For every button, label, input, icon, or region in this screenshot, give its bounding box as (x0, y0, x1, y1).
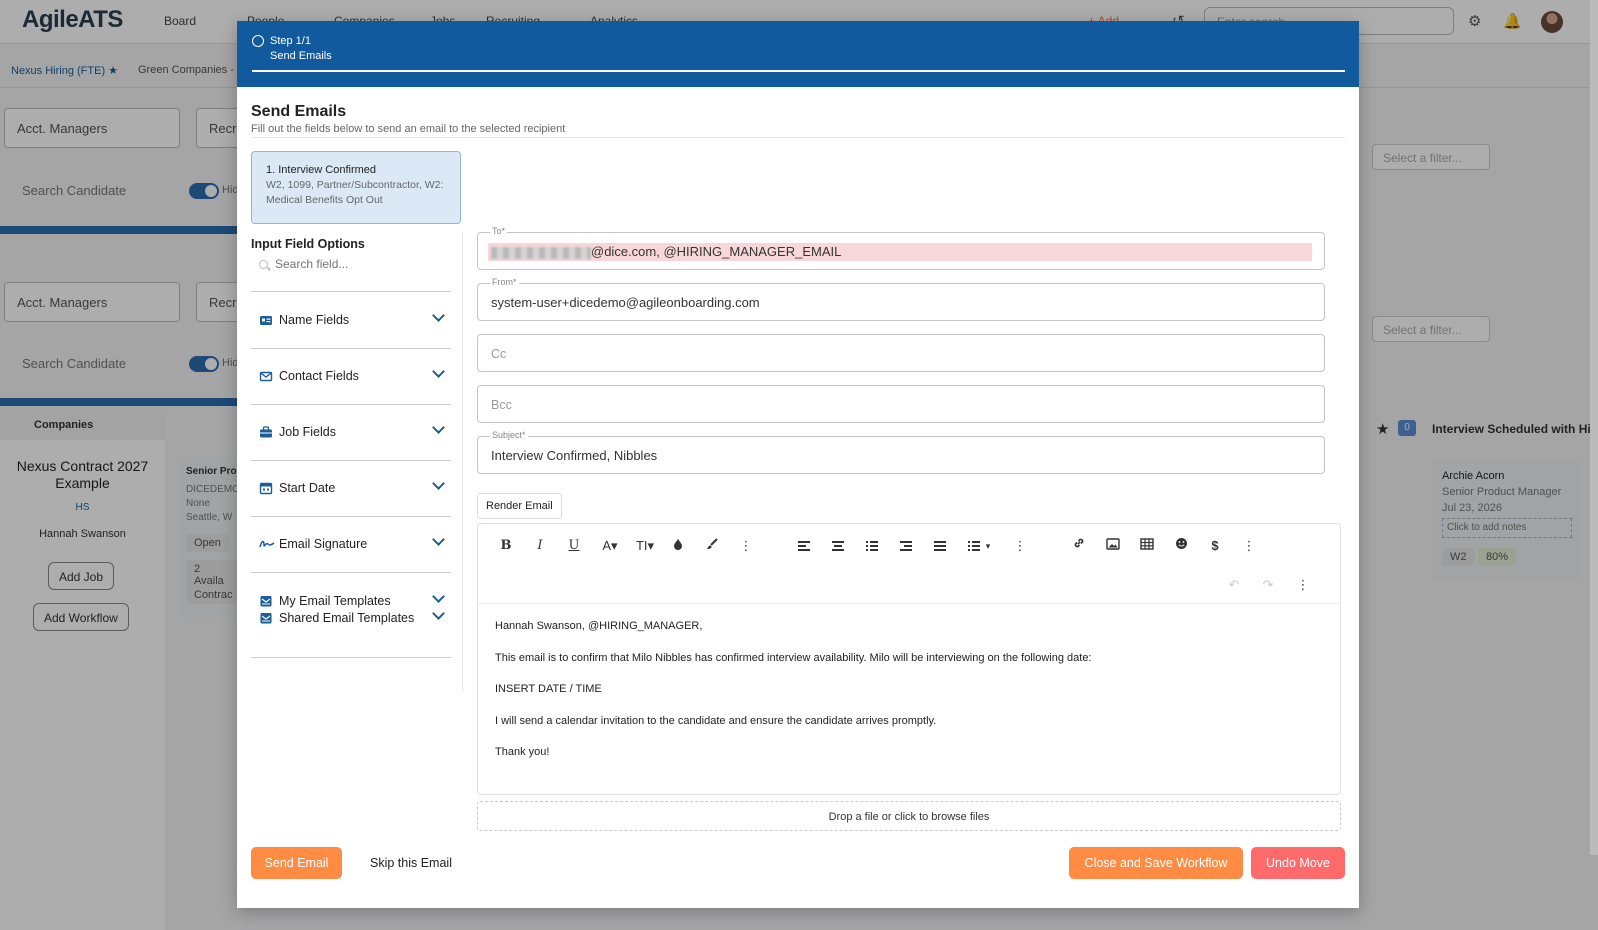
envelope-icon (259, 369, 273, 383)
step-number: Step 1/1 (270, 35, 311, 47)
send-email-button[interactable]: Send Email (251, 847, 342, 879)
modal-header: Step 1/1 Send Emails (237, 21, 1359, 87)
font-size-icon[interactable]: TI▾ (630, 536, 660, 556)
field-search-input[interactable] (275, 253, 445, 275)
subject-field[interactable]: Subject* Interview Confirmed, Nibbles (477, 430, 1325, 474)
page-scrollbar[interactable] (1590, 0, 1598, 855)
chevron-down-icon[interactable] (433, 367, 443, 377)
accordion-label: Shared Email Templates (279, 611, 415, 625)
step-circle-icon (252, 35, 264, 47)
briefcase-icon (259, 425, 273, 439)
chevron-down-icon[interactable] (433, 592, 443, 602)
to-value-text: @dice.com, @HIRING_MANAGER_EMAIL (591, 244, 842, 259)
redacted-email (491, 246, 591, 259)
email-body-line: Hannah Swanson, @HIRING_MANAGER, (495, 620, 703, 632)
email-body[interactable]: Hannah Swanson, @HIRING_MANAGER, This em… (495, 619, 1325, 777)
chevron-down-icon[interactable] (433, 311, 443, 321)
more-vertical-icon[interactable]: ⋮ (1291, 575, 1315, 595)
brush-icon[interactable] (700, 536, 724, 556)
bcc-field[interactable]: Bcc (477, 385, 1325, 423)
email-body-line: INSERT DATE / TIME (495, 683, 602, 695)
modal-title: Send Emails (251, 103, 347, 120)
font-color-icon[interactable]: A▾ (596, 536, 624, 556)
accordion-label: Start Date (279, 481, 336, 495)
accordion-shared-email-templates[interactable]: Shared Email Templates (251, 604, 451, 658)
align-center-icon[interactable] (826, 536, 850, 556)
accordion-label: Name Fields (279, 313, 350, 327)
signature-icon (259, 537, 275, 551)
to-label: To* (490, 226, 508, 236)
calendar-icon (259, 481, 273, 495)
cc-field[interactable]: Cc (477, 334, 1325, 372)
ordered-list-icon[interactable] (860, 536, 884, 556)
subject-value[interactable]: Interview Confirmed, Nibbles (491, 448, 657, 463)
workflow-step-subtitle: W2, 1099, Partner/Subcontractor, W2: Med… (266, 179, 444, 206)
from-label: From* (490, 277, 519, 287)
fill-color-icon[interactable] (666, 536, 690, 556)
bold-icon[interactable]: B (494, 536, 518, 556)
search-icon (259, 260, 268, 269)
from-value[interactable]: system-user+dicedemo@agileonboarding.com (491, 295, 760, 310)
chevron-down-icon[interactable] (433, 535, 443, 545)
field-search (251, 251, 451, 277)
accordion-label: Contact Fields (279, 369, 359, 383)
email-editor[interactable]: B I U A▾ TI▾ ⋮ ▾ ⋮ $ ⋮ ↶ ↷ ⋮ Hannah Swan… (477, 523, 1341, 795)
accordion-label: Job Fields (279, 425, 336, 439)
panel-separator (462, 231, 463, 691)
chevron-down-icon[interactable] (433, 423, 443, 433)
accordion-my-email-templates[interactable]: My Email Templates (251, 574, 451, 608)
from-field[interactable]: From* system-user+dicedemo@agileonboardi… (477, 277, 1325, 321)
email-body-line: This email is to confirm that Milo Nibbl… (495, 651, 1092, 664)
to-value[interactable]: @dice.com, @HIRING_MANAGER_EMAIL (491, 244, 841, 259)
file-dropzone[interactable]: Drop a file or click to browse files (477, 801, 1341, 831)
template-icon (259, 611, 273, 625)
step-label: Send Emails (270, 50, 332, 62)
align-left-icon[interactable] (792, 536, 816, 556)
accordion-job-fields[interactable]: Job Fields (251, 405, 451, 461)
emoji-icon[interactable] (1169, 536, 1193, 556)
send-emails-modal: Step 1/1 Send Emails Send Emails Fill ou… (237, 21, 1359, 908)
chevron-down-icon[interactable] (433, 479, 443, 489)
more-vertical-icon[interactable]: ⋮ (1008, 536, 1032, 556)
accordion-email-signature[interactable]: Email Signature (251, 517, 451, 573)
undo-icon[interactable]: ↶ (1222, 575, 1246, 595)
italic-icon[interactable]: I (528, 536, 552, 556)
to-field[interactable]: To* @dice.com, @HIRING_MANAGER_EMAIL (477, 226, 1325, 270)
step-progress-line (252, 70, 1345, 72)
close-save-workflow-button[interactable]: Close and Save Workflow (1069, 847, 1243, 879)
dollar-icon[interactable]: $ (1203, 536, 1227, 556)
skip-email-button[interactable]: Skip this Email (361, 847, 461, 879)
undo-move-button[interactable]: Undo Move (1251, 847, 1345, 879)
more-vertical-icon[interactable]: ⋮ (734, 536, 758, 556)
link-icon[interactable] (1067, 536, 1091, 556)
align-justify-icon[interactable] (928, 536, 952, 556)
workflow-step-title: 1. Interview Confirmed (266, 164, 377, 176)
search-underline (251, 291, 451, 292)
input-options-title: Input Field Options (251, 237, 365, 251)
accordion-label: Email Signature (279, 537, 368, 551)
email-body-line: I will send a calendar invitation to the… (495, 714, 937, 727)
workflow-step-card[interactable]: 1. Interview Confirmed W2, 1099, Partner… (251, 151, 461, 224)
bcc-placeholder: Bcc (491, 398, 512, 412)
more-vertical-icon[interactable]: ⋮ (1237, 536, 1261, 556)
align-right-icon[interactable] (894, 536, 918, 556)
redo-icon[interactable]: ↷ (1256, 575, 1280, 595)
underline-icon[interactable]: U (562, 536, 586, 556)
list-dropdown-icon[interactable]: ▾ (982, 536, 994, 556)
accordion-start-date[interactable]: Start Date (251, 461, 451, 517)
email-body-line: Thank you! (495, 746, 550, 758)
editor-toolbar: B I U A▾ TI▾ ⋮ ▾ ⋮ $ ⋮ ↶ ↷ ⋮ (478, 524, 1340, 604)
chevron-down-icon[interactable] (433, 609, 443, 619)
subject-label: Subject* (490, 430, 528, 440)
modal-subtitle: Fill out the fields below to send an ema… (251, 123, 566, 135)
accordion-name-fields[interactable]: Name Fields (251, 293, 451, 349)
table-icon[interactable] (1135, 536, 1159, 556)
image-icon[interactable] (1101, 536, 1125, 556)
accordion-contact-fields[interactable]: Contact Fields (251, 349, 451, 405)
modal-divider (251, 137, 1345, 138)
cc-placeholder: Cc (491, 347, 507, 361)
render-email-button[interactable]: Render Email (477, 493, 562, 519)
id-card-icon (259, 313, 273, 327)
